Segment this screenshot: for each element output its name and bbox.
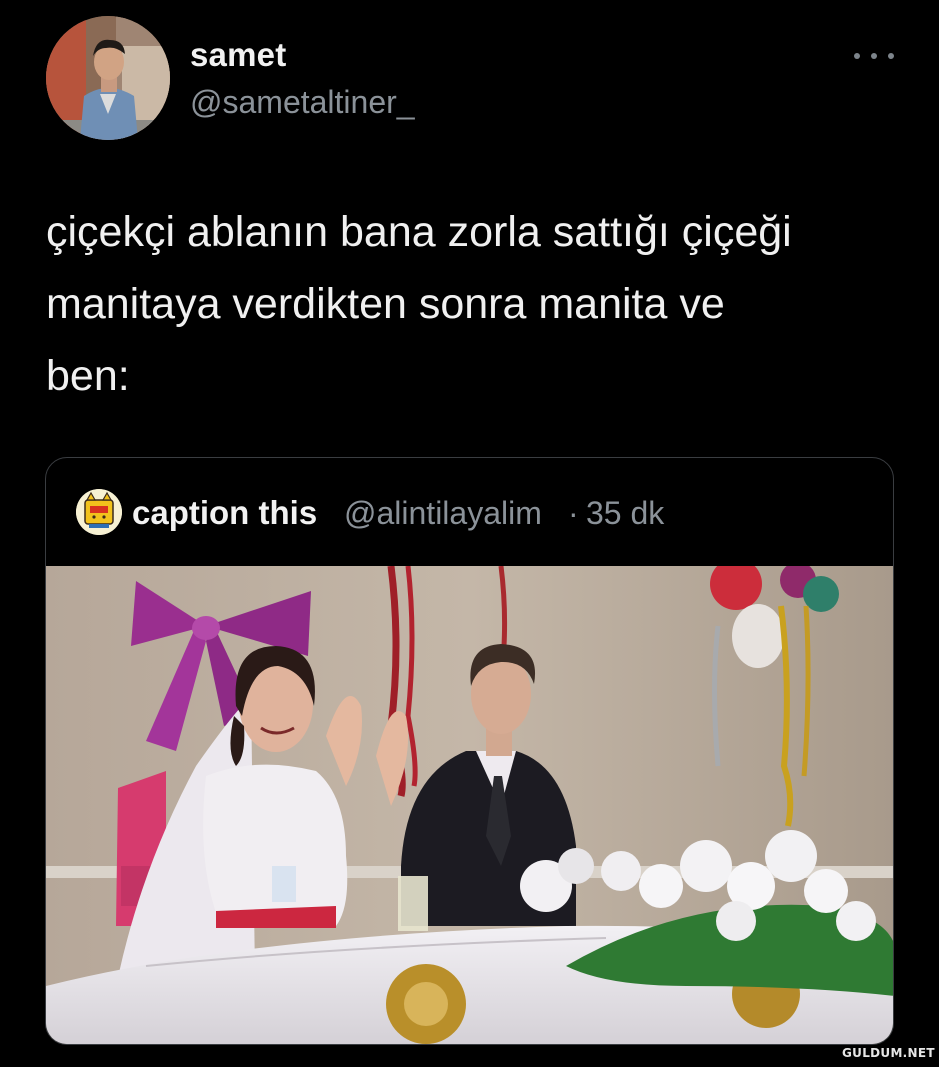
- more-dot: [888, 53, 894, 59]
- tweet-text-line: çiçekçi ablanın bana zorla sattığı çiçeğ…: [46, 208, 792, 256]
- author-name[interactable]: samet: [190, 36, 286, 74]
- more-dot: [854, 53, 860, 59]
- watermark: GULDUM.NET: [842, 1046, 935, 1060]
- quoted-tweet-header: caption this @alintilayalim · 35 dk: [46, 458, 893, 566]
- quoted-tweet-photo[interactable]: [46, 566, 893, 1044]
- cat-logo-icon: [76, 489, 122, 535]
- avatar-photo: [46, 16, 170, 140]
- quoted-tweet-card[interactable]: caption this @alintilayalim · 35 dk: [45, 457, 894, 1045]
- author-avatar[interactable]: [46, 16, 170, 140]
- more-dot: [871, 53, 877, 59]
- tweet-text-line: manitaya verdikten sonra manita ve: [46, 280, 725, 328]
- separator-dot: ·: [568, 495, 579, 531]
- wedding-scene-image: [46, 566, 893, 1044]
- author-handle[interactable]: @sametaltiner_: [190, 84, 415, 121]
- quoted-author-handle[interactable]: @alintilayalim: [344, 495, 542, 532]
- quoted-author-avatar[interactable]: [76, 489, 122, 535]
- tweet-text: çiçekçi ablanın bana zorla sattığı çiçeğ…: [46, 196, 906, 412]
- tweet-text-line: ben:: [46, 352, 130, 400]
- quoted-author-name[interactable]: caption this: [132, 494, 317, 532]
- tweet: samet @sametaltiner_ çiçekçi ablanın ban…: [0, 0, 939, 1067]
- more-options-button[interactable]: [852, 46, 896, 66]
- quoted-timestamp[interactable]: 35 dk: [586, 495, 664, 532]
